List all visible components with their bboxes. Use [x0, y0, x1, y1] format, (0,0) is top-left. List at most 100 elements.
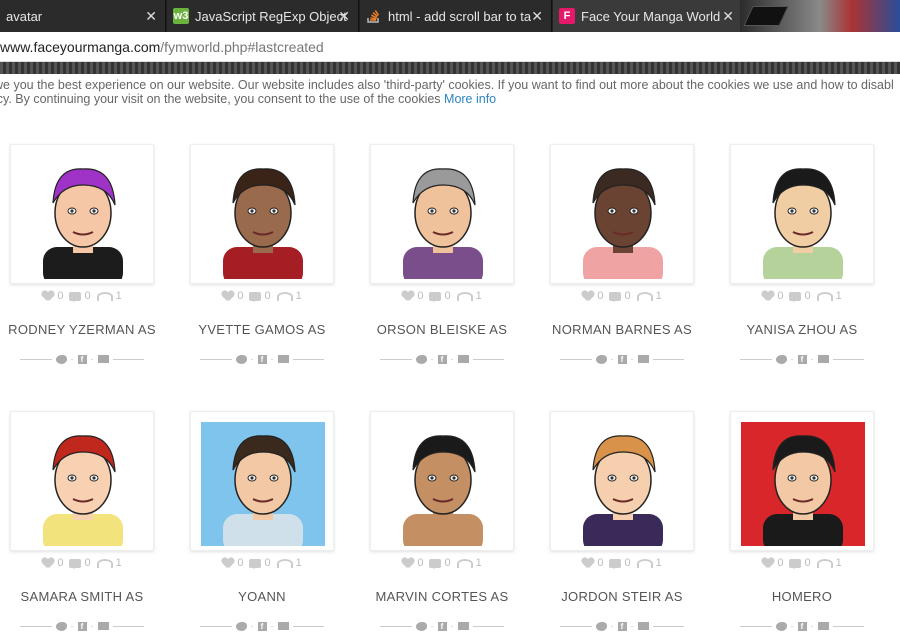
likes-stat[interactable]: 0 — [762, 290, 783, 302]
avatar-frame[interactable] — [370, 411, 514, 551]
comments-stat[interactable]: 0 — [789, 557, 811, 569]
twitter-icon[interactable] — [55, 354, 67, 364]
avatar-card[interactable]: 0 0 1 YVETTE GAMOS AS · f · — [190, 144, 334, 364]
likes-stat[interactable]: 0 — [402, 290, 423, 302]
facebook-icon[interactable]: f — [617, 621, 627, 631]
avatar-image[interactable] — [201, 155, 325, 279]
avatar-name[interactable]: NORMAN BARNES AS — [540, 322, 704, 337]
twitter-icon[interactable] — [415, 621, 427, 631]
avatar-frame[interactable] — [190, 144, 334, 284]
mail-icon[interactable] — [457, 355, 469, 363]
twitter-icon[interactable] — [55, 621, 67, 631]
mail-icon[interactable] — [457, 622, 469, 630]
twitter-icon[interactable] — [775, 621, 787, 631]
comments-stat[interactable]: 0 — [249, 290, 271, 302]
mail-icon[interactable] — [817, 355, 829, 363]
tab-javascript-regexp[interactable]: w3 JavaScript RegExp Object ✕ — [167, 0, 359, 32]
avatar-frame[interactable] — [730, 144, 874, 284]
avatar-name[interactable]: MARVIN CORTES AS — [360, 589, 524, 604]
twitter-icon[interactable] — [595, 354, 607, 364]
twitter-icon[interactable] — [235, 354, 247, 364]
avatar-frame[interactable] — [550, 411, 694, 551]
likes-stat[interactable]: 0 — [222, 290, 243, 302]
avatar-frame[interactable] — [10, 411, 154, 551]
avatar-card[interactable]: 0 0 1 MARVIN CORTES AS · f · — [370, 411, 514, 631]
comments-stat[interactable]: 0 — [69, 290, 91, 302]
avatar-card[interactable]: 0 0 1 HOMERO · f · — [730, 411, 874, 631]
avatar-image[interactable] — [741, 422, 865, 546]
avatar-name[interactable]: HOMERO — [720, 589, 884, 604]
facebook-icon[interactable]: f — [617, 354, 627, 364]
avatar-frame[interactable] — [10, 144, 154, 284]
avatar-card[interactable]: 0 0 1 ORSON BLEISKE AS · f · — [370, 144, 514, 364]
likes-stat[interactable]: 0 — [582, 290, 603, 302]
likes-stat[interactable]: 0 — [582, 557, 603, 569]
comments-stat[interactable]: 0 — [609, 290, 631, 302]
avatar-image[interactable] — [741, 155, 865, 279]
twitter-icon[interactable] — [235, 621, 247, 631]
likes-stat[interactable]: 0 — [402, 557, 423, 569]
comments-stat[interactable]: 0 — [429, 290, 451, 302]
comments-stat[interactable]: 0 — [69, 557, 91, 569]
avatar-frame[interactable] — [730, 411, 874, 551]
avatar-name[interactable]: YVETTE GAMOS AS — [180, 322, 344, 337]
tab-face-your-manga[interactable]: F Face Your Manga World ✕ — [553, 0, 743, 32]
avatar-frame[interactable] — [370, 144, 514, 284]
close-tab-icon[interactable]: ✕ — [145, 8, 157, 25]
facebook-icon[interactable]: f — [257, 621, 267, 631]
likes-stat[interactable]: 0 — [762, 557, 783, 569]
avatar-image[interactable] — [561, 155, 685, 279]
more-info-link[interactable]: More info — [444, 92, 496, 106]
likes-stat[interactable]: 0 — [42, 557, 63, 569]
facebook-icon[interactable]: f — [437, 621, 447, 631]
avatar-card[interactable]: 0 0 1 YOANN · f · — [190, 411, 334, 631]
avatar-card[interactable]: 0 0 1 JORDON STEIR AS · f · — [550, 411, 694, 631]
facebook-icon[interactable]: f — [437, 354, 447, 364]
avatar-image[interactable] — [381, 422, 505, 546]
avatar-frame[interactable] — [550, 144, 694, 284]
avatar-image[interactable] — [21, 155, 145, 279]
comments-stat[interactable]: 0 — [429, 557, 451, 569]
avatar-card[interactable]: 0 0 1 SAMARA SMITH AS · f · — [10, 411, 154, 631]
avatar-card[interactable]: 0 0 1 RODNEY YZERMAN AS · f · — [8, 144, 156, 364]
avatar-image[interactable] — [381, 155, 505, 279]
mail-icon[interactable] — [277, 355, 289, 363]
mail-icon[interactable] — [817, 622, 829, 630]
avatar-name[interactable]: JORDON STEIR AS — [540, 589, 704, 604]
avatar-card[interactable]: 0 0 1 YANISA ZHOU AS · f · — [730, 144, 874, 364]
avatar-name[interactable]: RODNEY YZERMAN AS — [0, 322, 164, 337]
facebook-icon[interactable]: f — [257, 354, 267, 364]
avatar-card[interactable]: 0 0 1 NORMAN BARNES AS · f · — [550, 144, 694, 364]
comments-stat[interactable]: 0 — [789, 290, 811, 302]
comments-stat[interactable]: 0 — [609, 557, 631, 569]
avatar-image[interactable] — [561, 422, 685, 546]
tab-html-scroll-bar[interactable]: html - add scroll bar to ta ✕ — [360, 0, 552, 32]
facebook-icon[interactable]: f — [77, 354, 87, 364]
mail-icon[interactable] — [637, 622, 649, 630]
close-tab-icon[interactable]: ✕ — [531, 8, 543, 25]
twitter-icon[interactable] — [595, 621, 607, 631]
avatar-frame[interactable] — [190, 411, 334, 551]
facebook-icon[interactable]: f — [797, 621, 807, 631]
mail-icon[interactable] — [97, 622, 109, 630]
close-tab-icon[interactable]: ✕ — [338, 8, 350, 25]
avatar-name[interactable]: YOANN — [180, 589, 344, 604]
mail-icon[interactable] — [97, 355, 109, 363]
facebook-icon[interactable]: f — [797, 354, 807, 364]
facebook-icon[interactable]: f — [77, 621, 87, 631]
mail-icon[interactable] — [277, 622, 289, 630]
likes-stat[interactable]: 0 — [222, 557, 243, 569]
mail-icon[interactable] — [637, 355, 649, 363]
avatar-image[interactable] — [201, 422, 325, 546]
avatar-name[interactable]: ORSON BLEISKE AS — [360, 322, 524, 337]
tab-avatar[interactable]: avatar ✕ — [0, 0, 166, 32]
close-tab-icon[interactable]: ✕ — [722, 8, 734, 25]
avatar-name[interactable]: SAMARA SMITH AS — [0, 589, 164, 604]
avatar-image[interactable] — [21, 422, 145, 546]
twitter-icon[interactable] — [415, 354, 427, 364]
avatar-name[interactable]: YANISA ZHOU AS — [720, 322, 884, 337]
twitter-icon[interactable] — [775, 354, 787, 364]
address-bar[interactable]: www.faceyourmanga.com/fymworld.php#lastc… — [0, 32, 900, 62]
comments-stat[interactable]: 0 — [249, 557, 271, 569]
likes-stat[interactable]: 0 — [42, 290, 63, 302]
